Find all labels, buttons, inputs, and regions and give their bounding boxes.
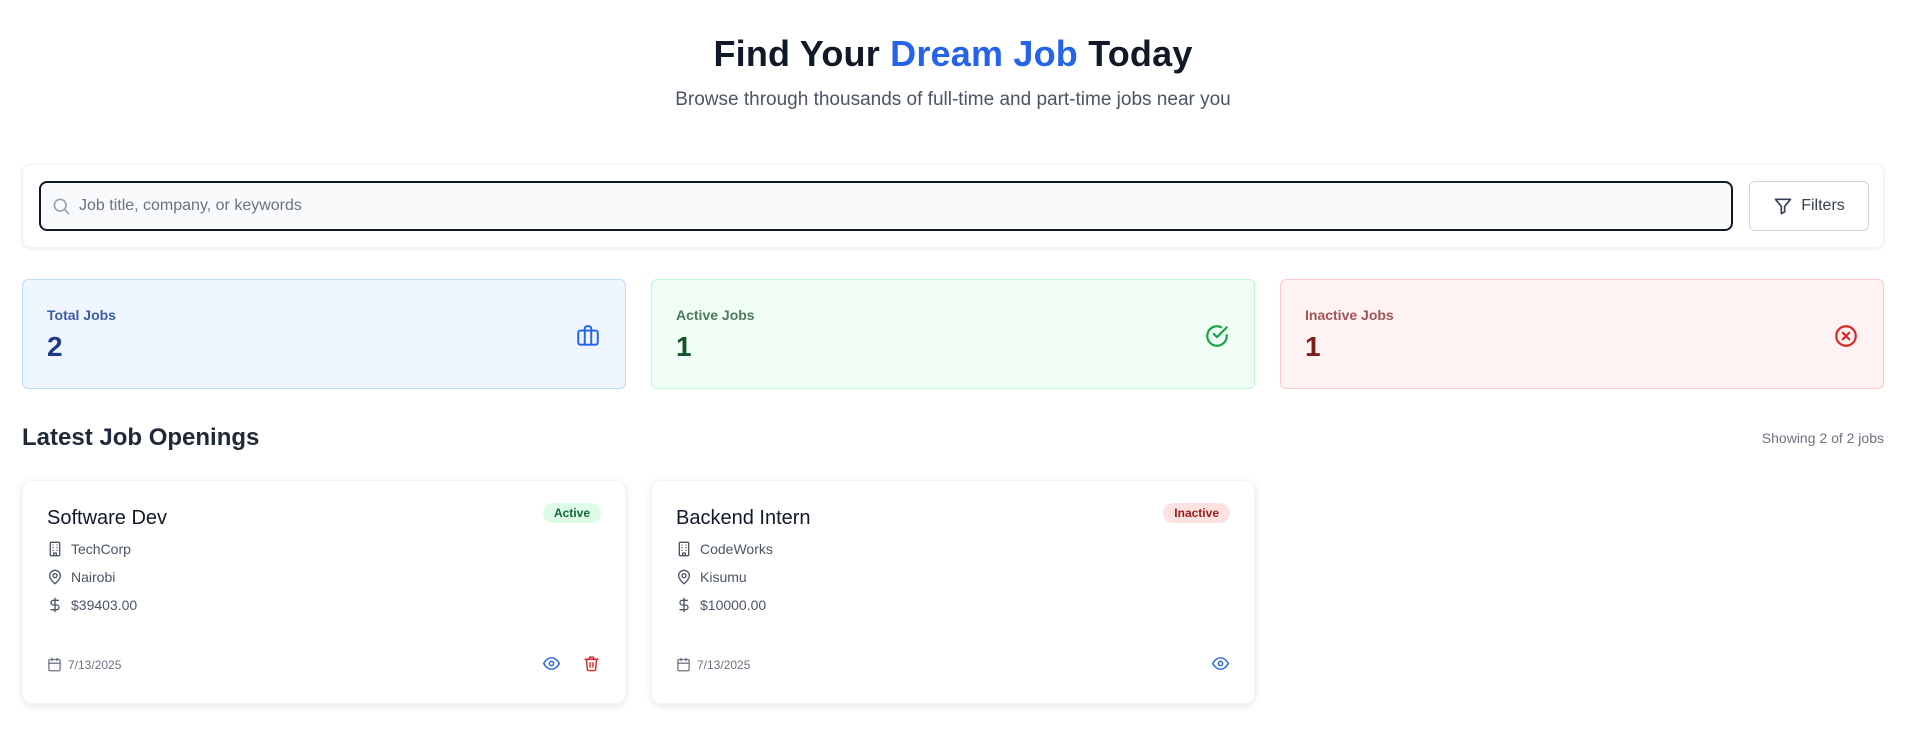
job-card[interactable]: Backend Intern Inactive CodeWorks Kisumu… <box>651 480 1255 704</box>
salary-row: $10000.00 <box>676 597 766 613</box>
company-name: CodeWorks <box>700 541 773 557</box>
stat-label: Active Jobs <box>676 307 755 323</box>
calendar-icon <box>677 657 690 672</box>
job-location: Nairobi <box>71 569 116 585</box>
stat-value: 1 <box>1305 331 1321 362</box>
x-circle-icon <box>1835 325 1857 347</box>
filters-button[interactable]: Filters <box>1749 181 1869 231</box>
eye-icon <box>542 656 560 670</box>
delete-button[interactable] <box>581 653 601 673</box>
building-icon <box>49 541 61 557</box>
building-icon <box>678 541 690 557</box>
stat-inactive-jobs: Inactive Jobs 1 <box>1280 279 1884 389</box>
job-salary: $10000.00 <box>700 597 767 613</box>
title-accent: Dream Job <box>890 33 1078 74</box>
title-prefix: Find Your <box>713 33 880 74</box>
calendar-icon <box>48 657 61 672</box>
company-row: TechCorp <box>47 541 131 557</box>
card-actions <box>1210 653 1230 673</box>
date-row: 7/13/2025 <box>47 657 121 672</box>
hero: Find Your Dream Job Today Browse through… <box>0 30 1906 112</box>
title-suffix: Today <box>1088 33 1193 74</box>
job-salary: $39403.00 <box>71 597 138 613</box>
filters-label: Filters <box>1801 197 1845 214</box>
view-button[interactable] <box>1210 653 1230 673</box>
job-title[interactable]: Backend Intern <box>676 507 811 530</box>
eye-icon <box>1211 656 1229 670</box>
stat-active-jobs: Active Jobs 1 <box>651 279 1255 389</box>
page-title: Find Your Dream Job Today <box>0 30 1906 78</box>
date-row: 7/13/2025 <box>676 657 750 672</box>
briefcase-icon <box>577 325 599 346</box>
dollar-icon <box>50 597 60 613</box>
dollar-icon <box>679 597 689 613</box>
page-subtitle: Browse through thousands of full-time an… <box>675 89 1231 110</box>
stat-label: Total Jobs <box>47 307 116 323</box>
trash-icon <box>583 655 599 671</box>
map-pin-icon <box>49 569 61 585</box>
search-box[interactable] <box>39 181 1733 231</box>
status-badge: Inactive <box>1163 503 1230 523</box>
view-button[interactable] <box>541 653 561 673</box>
stat-value: 2 <box>47 331 63 362</box>
stat-total-jobs: Total Jobs 2 <box>22 279 626 389</box>
location-row: Kisumu <box>676 569 747 585</box>
search-card: Filters <box>22 164 1884 248</box>
map-pin-icon <box>678 569 690 585</box>
job-title[interactable]: Software Dev <box>47 507 167 530</box>
search-input[interactable] <box>79 197 1679 215</box>
location-row: Nairobi <box>47 569 115 585</box>
check-circle-icon <box>1206 325 1228 347</box>
section-title: Latest Job Openings <box>22 424 260 451</box>
card-actions <box>541 653 601 673</box>
stat-value: 1 <box>676 331 692 362</box>
job-card[interactable]: Software Dev Active TechCorp Nairobi $39… <box>22 480 626 704</box>
company-row: CodeWorks <box>676 541 773 557</box>
posted-date: 7/13/2025 <box>68 657 122 672</box>
results-count: Showing 2 of 2 jobs <box>1761 430 1884 446</box>
posted-date: 7/13/2025 <box>697 657 751 672</box>
search-icon <box>53 198 70 215</box>
filter-icon <box>1774 198 1792 215</box>
job-location: Kisumu <box>700 569 747 585</box>
status-badge: Active <box>542 503 601 523</box>
stat-label: Inactive Jobs <box>1305 307 1394 323</box>
salary-row: $39403.00 <box>47 597 137 613</box>
company-name: TechCorp <box>71 541 131 557</box>
